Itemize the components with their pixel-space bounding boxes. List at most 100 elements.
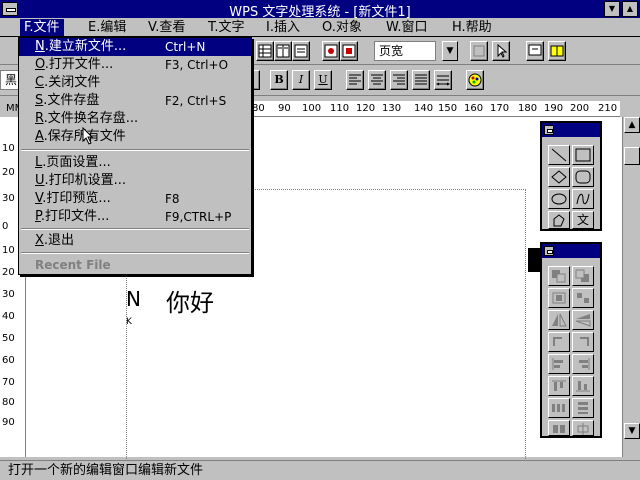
menu-help[interactable]: H.帮助 [448,19,496,36]
zoom-combo[interactable]: 页宽 [374,41,436,61]
menu-item-printer-setup[interactable]: U.打印机设置... [19,172,251,190]
pointer-button[interactable] [492,41,510,61]
ruler-tick: 90 [278,103,291,114]
scroll-thumb[interactable] [624,147,640,165]
text-tool[interactable]: 文 [572,211,594,229]
object-palette-close[interactable] [544,246,554,256]
maximize-button[interactable]: ▲ [622,1,638,17]
menu-edit[interactable]: E.编辑 [84,19,130,36]
underline-button[interactable]: U [314,70,332,90]
justify-button[interactable] [412,70,430,90]
same-size-icon[interactable] [548,420,570,436]
flip-horizontal-icon[interactable] [548,310,570,330]
align-objects-right-icon[interactable] [572,354,594,374]
drawing-palette-titlebar[interactable] [542,123,600,137]
title-bar: WPS 文字处理系统 - [新文件1] ▼ ▲ [0,0,640,20]
rotate-left-icon[interactable] [548,332,570,352]
ruler-vtick: 60 [2,355,15,366]
flip-vertical-icon[interactable] [572,310,594,330]
menu-item-exit[interactable]: X.退出 [19,232,251,250]
object-button[interactable] [322,41,340,61]
ruler-tick: 170 [490,103,510,114]
align-objects-top-icon[interactable] [548,376,570,396]
send-back-icon[interactable] [572,266,594,286]
mouse-cursor-icon [82,127,94,145]
image-button[interactable] [340,41,358,61]
align-objects-bottom-icon[interactable] [572,376,594,396]
ruler-vtick: 20 [2,167,15,178]
drawing-palette-close[interactable] [544,125,554,135]
minimize-button[interactable]: ▼ [604,1,620,17]
ruler-vtick: 30 [2,289,15,300]
align-left-button[interactable] [346,70,364,90]
text-box-button[interactable] [292,41,310,61]
ruler-tick: 140 [414,103,434,114]
ungroup-icon[interactable] [572,288,594,308]
menu-item-save-as[interactable]: R.文件换名存盘... [19,110,251,128]
ruler-tick: 100 [302,103,322,114]
ruler-vtick: 30 [2,193,15,204]
menu-separator [21,228,249,230]
distribute-h-icon[interactable] [548,398,570,418]
polygon-tool[interactable] [548,211,570,229]
palette-button[interactable] [466,70,484,90]
align-objects-left-icon[interactable] [548,354,570,374]
menu-item-save-all[interactable]: A.保存所有文件 [19,128,251,146]
menu-item-print-preview[interactable]: V.打印预览... F8 [19,190,251,208]
scroll-up-button[interactable]: ▲ [624,117,640,133]
ruler-vtick: 40 [2,311,15,322]
zoom-dropdown-arrow[interactable]: ▼ [442,41,458,61]
menu-item-recent-file: Recent File [35,258,111,272]
menu-text[interactable]: T.文字 [204,19,249,36]
bring-front-icon[interactable] [548,266,570,286]
line-tool[interactable] [548,145,570,165]
ruler-tick: 130 [382,103,402,114]
ruler-vtick: 10 [2,143,15,154]
bold-button[interactable]: B [270,70,288,90]
menu-view[interactable]: V.查看 [144,19,189,36]
ruler-tick: 200 [570,103,590,114]
curve-tool[interactable] [572,189,594,209]
menu-item-page-setup[interactable]: L.页面设置... [19,154,251,172]
table-button[interactable] [256,41,274,61]
object-palette [540,242,602,438]
menu-item-save-file[interactable]: S.文件存盘 F2, Ctrl+S [19,92,251,110]
ruler-tick: 120 [356,103,376,114]
rotate-right-icon[interactable] [572,332,594,352]
ellipse-tool[interactable] [548,189,570,209]
font-combo[interactable]: 黑 [0,70,20,90]
menu-window[interactable]: W.窗口 [382,19,432,36]
align-right-button[interactable] [390,70,408,90]
palette-dock-handle[interactable] [528,248,540,272]
group-icon[interactable] [548,288,570,308]
menu-object[interactable]: O.对象 [318,19,366,36]
menu-item-new-file[interactable]: N.建立新文件... Ctrl+N [19,38,251,56]
vertical-scrollbar[interactable]: ▲ ▼ [622,117,640,457]
ruler-tick: 210 [598,103,618,114]
frame-tool-button[interactable] [470,41,488,61]
menu-item-open-file[interactable]: O.打开文件... F3, Ctrl+O [19,56,251,74]
drawing-palette: 文 [540,121,602,231]
column-button[interactable] [274,41,292,61]
object-palette-titlebar[interactable] [542,244,600,258]
menu-separator [21,252,249,254]
menu-file[interactable]: F.文件 [20,19,64,36]
diamond-tool[interactable] [548,167,570,187]
menu-insert[interactable]: I.插入 [262,19,304,36]
rectangle-tool[interactable] [572,145,594,165]
ruler-tick: 110 [330,103,350,114]
distribute-v-icon[interactable] [572,398,594,418]
scroll-down-button[interactable]: ▼ [624,423,640,439]
book-button[interactable] [548,41,566,61]
font-size-arrow[interactable] [252,70,260,90]
menu-item-print-file[interactable]: P.打印文件... F9,CTRL+P [19,208,251,226]
italic-button[interactable]: I [292,70,310,90]
rounded-rect-tool[interactable] [572,167,594,187]
ruler-vtick: 80 [2,397,15,408]
align-center-button[interactable] [368,70,386,90]
menu-item-close-file[interactable]: C.关闭文件 [19,74,251,92]
distribute-button[interactable] [434,70,452,90]
center-objects-icon[interactable] [572,420,594,436]
help-pointer-button[interactable] [526,41,544,61]
ruler-vtick: 10 [2,245,15,256]
